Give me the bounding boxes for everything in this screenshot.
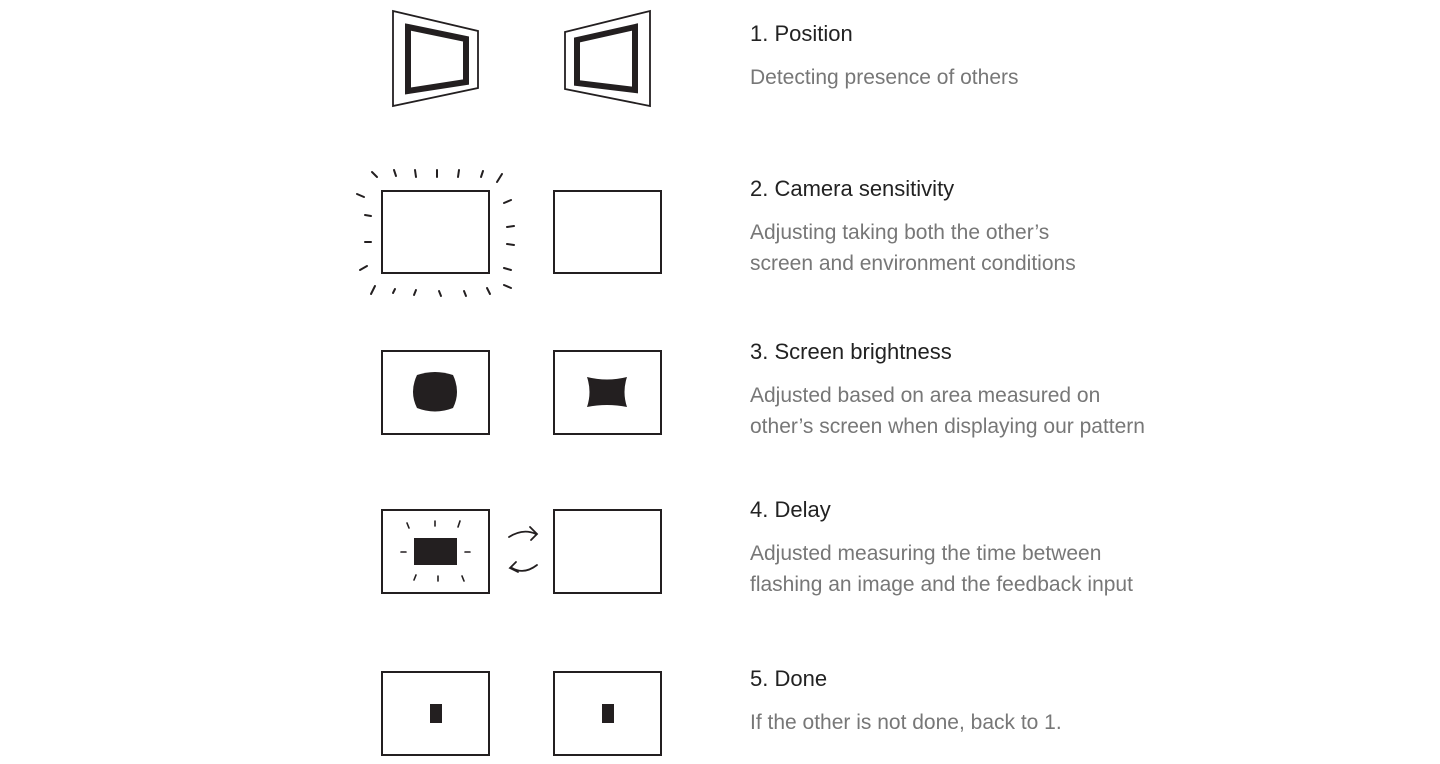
- done-marker-left: [430, 704, 442, 723]
- step-title: 3. Screen brightness: [750, 339, 952, 364]
- glowing-screen: [381, 190, 490, 274]
- step-description: Adjusting taking both the other’s screen…: [750, 221, 1076, 275]
- illustrations: [356, 9, 662, 756]
- step-description: Adjusted based on area measured on other…: [750, 384, 1145, 438]
- receiving-screen: [553, 509, 662, 594]
- step-screen-brightness: 3. Screen brightness Adjusted based on a…: [750, 338, 1145, 442]
- step-done: 5. Done If the other is not done, back t…: [750, 665, 1062, 738]
- tilted-screens-icon: [392, 9, 651, 108]
- left-tilted-screen-inner: [405, 23, 469, 95]
- brightness-pattern-icon: [381, 350, 662, 435]
- flash-image: [414, 538, 457, 565]
- bulge-shape: [413, 372, 457, 412]
- pinch-shape: [587, 377, 627, 407]
- plain-screen: [553, 190, 662, 274]
- done-screens-icon: [381, 671, 662, 756]
- step-description: Adjusted measuring the time between flas…: [750, 542, 1133, 596]
- step-title: 4. Delay: [750, 497, 831, 522]
- step-title: 1. Position: [750, 21, 853, 46]
- done-marker-right: [602, 704, 614, 723]
- step-delay: 4. Delay Adjusted measuring the time bet…: [750, 496, 1133, 600]
- step-title: 5. Done: [750, 666, 828, 691]
- step-position: 1. Position Detecting presence of others: [750, 20, 1019, 93]
- glowing-screen-icon: [356, 169, 662, 297]
- flash-exchange-icon: [381, 509, 662, 594]
- step-description: Detecting presence of others: [750, 66, 1019, 89]
- right-tilted-screen-inner: [574, 23, 638, 94]
- step-title: 2. Camera sensitivity: [750, 176, 955, 201]
- step-description: If the other is not done, back to 1.: [750, 711, 1062, 734]
- step-camera-sensitivity: 2. Camera sensitivity Adjusting taking b…: [750, 175, 1076, 279]
- exchange-arrows-icon: [508, 526, 539, 573]
- glow-marks-icon: [356, 169, 515, 297]
